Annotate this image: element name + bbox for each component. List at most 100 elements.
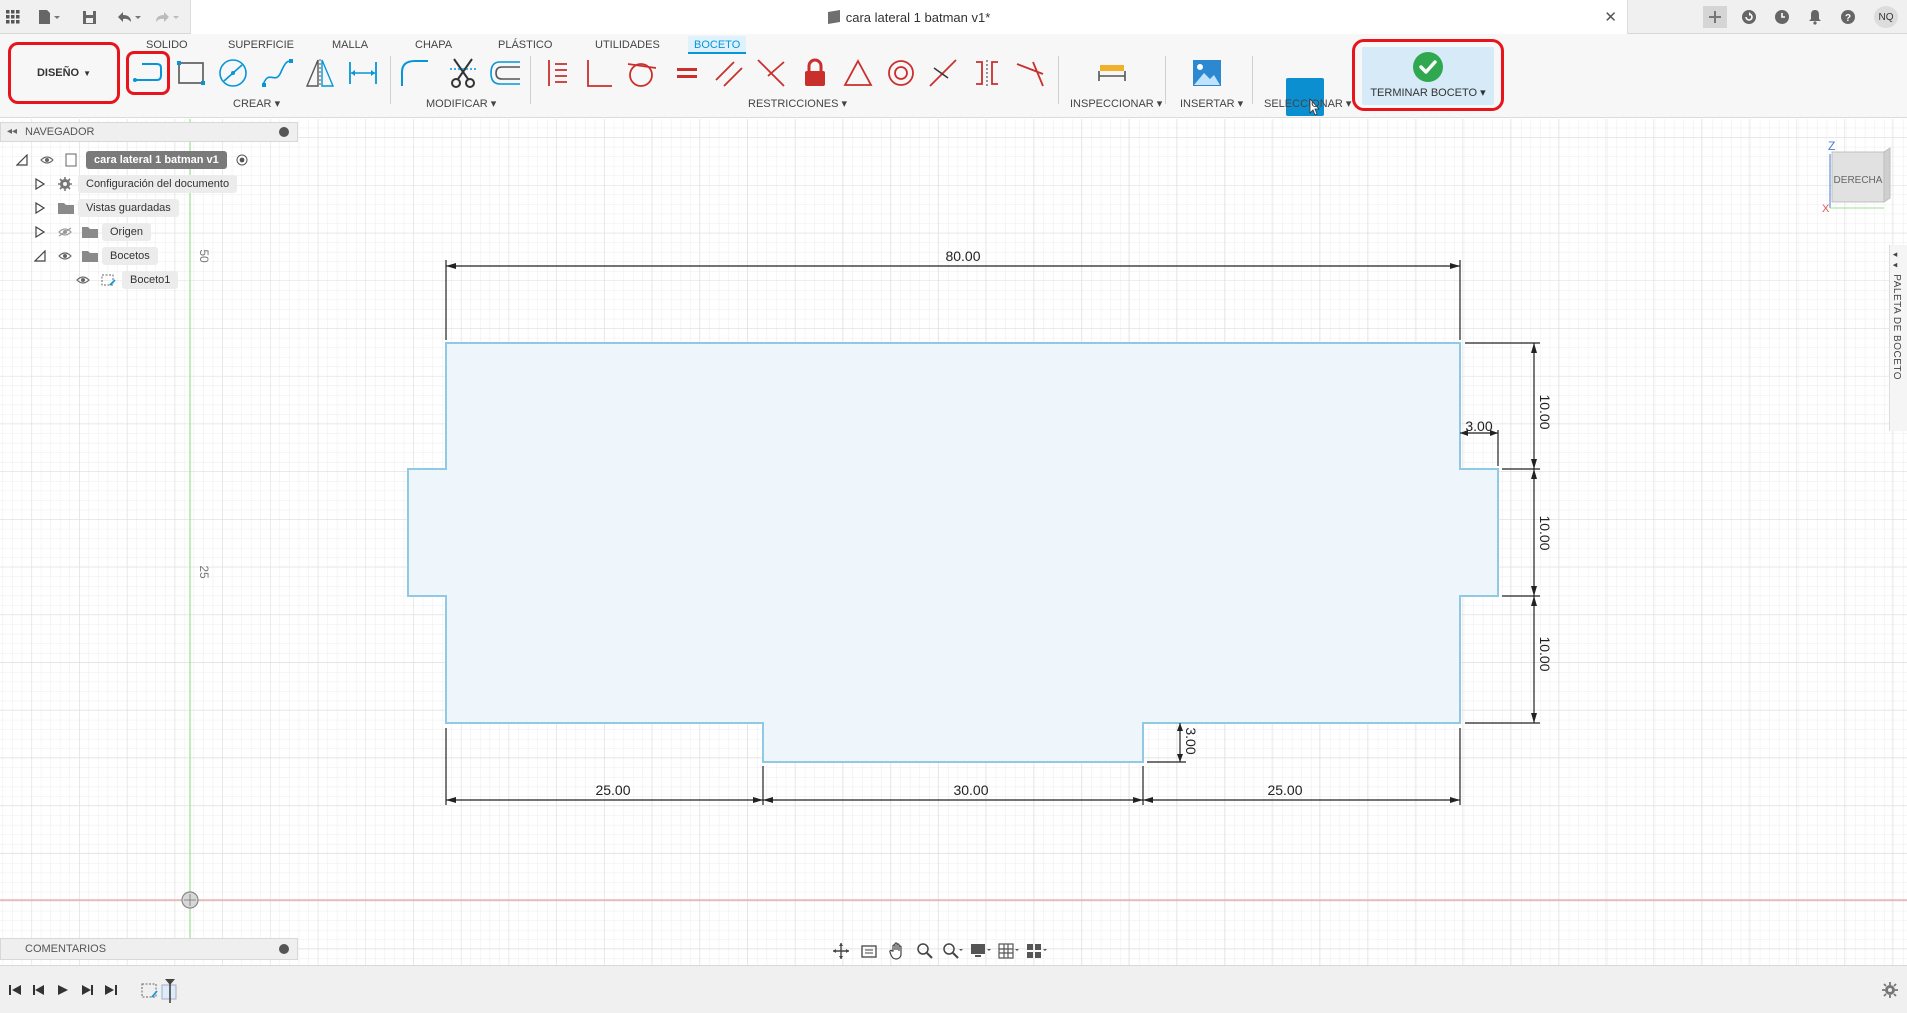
save-icon[interactable] — [78, 6, 100, 28]
coincident-constraint-icon[interactable] — [540, 56, 574, 90]
orbit-icon[interactable] — [830, 941, 852, 961]
sketch-icon — [101, 274, 116, 286]
sketch-feature-icon[interactable] — [140, 979, 180, 1006]
tab-superficie[interactable]: SUPERFICIE — [222, 36, 300, 54]
finish-sketch-button[interactable]: TERMINAR BOCETO ▾ — [1362, 47, 1494, 105]
redo-icon[interactable] — [150, 6, 182, 28]
tree-item-origin[interactable]: Origen — [0, 222, 300, 242]
add-comment-icon[interactable] — [279, 944, 289, 954]
activate-radio-icon[interactable] — [236, 154, 248, 166]
document-tab[interactable]: cara lateral 1 batman v1* ✕ — [190, 0, 1628, 34]
eye-icon[interactable] — [58, 251, 72, 261]
midpoint-constraint-icon[interactable] — [754, 56, 788, 90]
tree-item-document-settings[interactable]: Configuración del documento — [0, 174, 300, 194]
offset-tool[interactable] — [488, 56, 522, 90]
terminar-boceto-menu: TERMINAR BOCETO ▾ — [1370, 87, 1486, 99]
file-icon[interactable] — [34, 6, 64, 28]
terminar-boceto-label: TERMINAR BOCETO — [1370, 87, 1478, 99]
zoom-icon[interactable] — [914, 941, 936, 961]
collinear-constraint-icon[interactable] — [926, 56, 960, 90]
collapse-triangle-icon[interactable] — [34, 250, 46, 262]
expand-triangle-icon[interactable] — [34, 178, 46, 190]
tab-utilidades[interactable]: UTILIDADES — [589, 36, 666, 54]
insert-image-icon[interactable] — [1190, 56, 1224, 90]
settings-icon[interactable] — [1882, 982, 1898, 1001]
eye-hidden-icon[interactable] — [58, 227, 72, 237]
tab-chapa[interactable]: CHAPA — [409, 36, 458, 54]
comments-label: COMENTARIOS — [25, 943, 107, 955]
tab-boceto[interactable]: BOCETO — [688, 36, 747, 54]
fit-zoom-icon[interactable] — [942, 941, 964, 961]
help-icon[interactable]: ? — [1836, 6, 1860, 28]
tree-item-saved-views[interactable]: Vistas guardadas — [0, 198, 300, 218]
sketch-palette-label[interactable]: ◂◂ PALETA DE BOCETO — [1891, 250, 1902, 380]
expand-triangle-icon[interactable] — [34, 202, 46, 214]
modificar-menu[interactable]: MODIFICAR ▾ — [426, 97, 496, 110]
dimension-tool[interactable] — [346, 56, 380, 90]
seleccionar-label: SELECCIONAR — [1264, 98, 1343, 110]
trim-scissors-tool[interactable] — [446, 56, 480, 90]
clock-icon[interactable] — [1770, 6, 1794, 28]
tab-malla[interactable]: MALLA — [326, 36, 374, 54]
browser-panel: ◂◂ NAVEGADOR cara lateral 1 batman v1 Co… — [0, 120, 300, 320]
tree-item-sketch1[interactable]: Boceto1 — [0, 270, 300, 290]
navigation-toolbar — [830, 938, 1080, 964]
tangent-constraint-icon[interactable] — [625, 56, 659, 90]
look-at-icon[interactable] — [858, 941, 880, 961]
mirror-tool[interactable] — [303, 56, 337, 90]
refresh-icon[interactable] — [1737, 6, 1761, 28]
dimension-label-bottom-right: 25.00 — [1267, 782, 1302, 798]
navigator-header[interactable]: ◂◂ NAVEGADOR — [0, 122, 298, 142]
comments-panel[interactable]: COMENTARIOS — [0, 938, 298, 960]
toolbar-ribbon: SOLIDO SUPERFICIE MALLA CHAPA PLÁSTICO U… — [0, 34, 1907, 118]
prev-icon[interactable] — [32, 984, 46, 999]
close-tab-icon[interactable]: ✕ — [1604, 8, 1617, 26]
collapse-panel-icon[interactable]: ◂◂ — [7, 123, 17, 141]
concentric-constraint-icon[interactable] — [884, 56, 918, 90]
minimize-panel-icon[interactable] — [279, 127, 289, 137]
play-icon[interactable] — [56, 984, 70, 999]
tab-plastico[interactable]: PLÁSTICO — [492, 36, 558, 54]
eye-icon[interactable] — [40, 155, 54, 165]
seleccionar-menu[interactable]: SELECCIONAR ▾ — [1264, 97, 1351, 110]
display-settings-icon[interactable] — [970, 941, 992, 961]
undo-icon[interactable] — [112, 6, 144, 28]
bell-icon[interactable] — [1803, 6, 1827, 28]
viewports-icon[interactable] — [1026, 941, 1048, 961]
perpendicular-constraint-icon[interactable] — [582, 56, 616, 90]
symmetry-constraint-icon[interactable] — [970, 56, 1004, 90]
grid-icon[interactable] — [2, 6, 24, 28]
line-tool[interactable] — [126, 51, 170, 95]
rectangle-tool[interactable] — [174, 56, 208, 90]
finish-sketch-highlight: TERMINAR BOCETO ▾ — [1352, 39, 1504, 111]
inspeccionar-menu[interactable]: INSPECCIONAR ▾ — [1070, 97, 1162, 110]
spline-tool[interactable] — [260, 56, 294, 90]
equal-constraint-icon[interactable] — [670, 56, 704, 90]
eye-icon[interactable] — [76, 275, 90, 285]
user-avatar[interactable]: NQ — [1874, 6, 1898, 28]
viewcube[interactable]: Z DERECHA X — [1822, 138, 1892, 221]
insertar-menu[interactable]: INSERTAR ▾ — [1180, 97, 1243, 110]
fix-constraint-icon[interactable] — [1013, 56, 1047, 90]
tree-item-root[interactable]: cara lateral 1 batman v1 — [0, 150, 300, 170]
circle-tool[interactable] — [216, 56, 250, 90]
restricciones-menu[interactable]: RESTRICCIONES ▾ — [748, 97, 847, 110]
pan-hand-icon[interactable] — [886, 941, 908, 961]
collapse-triangle-icon[interactable] — [16, 154, 28, 166]
first-icon[interactable] — [8, 984, 22, 999]
parallel-constraint-icon[interactable] — [712, 56, 746, 90]
workspace-switcher-button[interactable]: DISEÑO ▼ — [8, 42, 120, 104]
fillet-tool[interactable] — [398, 56, 432, 90]
next-icon[interactable] — [80, 984, 94, 999]
grid-settings-icon[interactable] — [998, 941, 1020, 961]
lock-icon[interactable] — [798, 56, 832, 90]
last-icon[interactable] — [104, 984, 118, 999]
expand-triangle-icon[interactable] — [34, 226, 46, 238]
crear-menu[interactable]: CREAR ▾ — [233, 97, 280, 110]
add-tab-icon[interactable] — [1703, 6, 1727, 28]
triangle-constraint-icon[interactable] — [841, 56, 875, 90]
separator — [1058, 56, 1059, 104]
measure-icon[interactable] — [1095, 56, 1129, 90]
tree-item-sketches[interactable]: Bocetos — [0, 246, 300, 266]
fusion-window: cara lateral 1 batman v1* ✕ ? NQ SOLIDO … — [0, 0, 1907, 1013]
